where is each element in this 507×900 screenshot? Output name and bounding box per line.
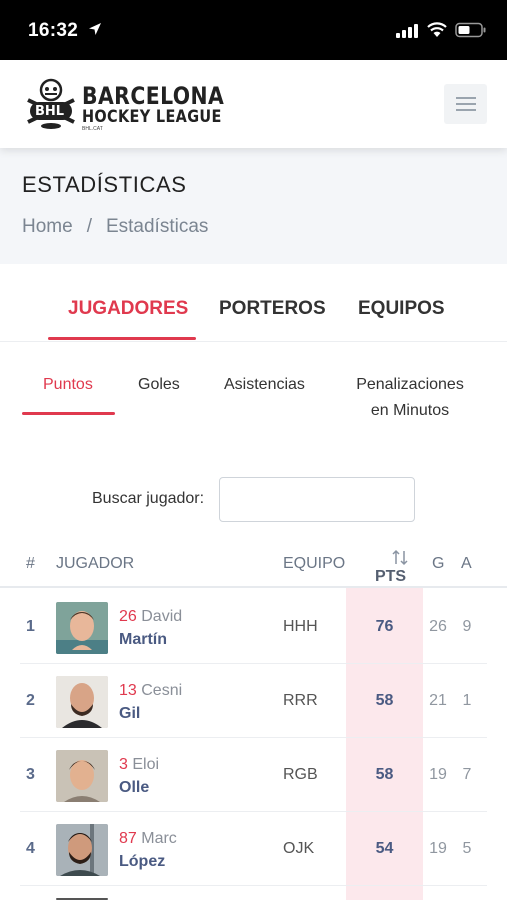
page-title: ESTADÍSTICAS (22, 172, 187, 197)
player-last-name[interactable]: Gil (119, 703, 140, 724)
player-pts: 76 (375, 618, 394, 635)
player-pts: 58 (375, 692, 394, 709)
page-hero: ESTADÍSTICAS Home / Estadísticas (0, 148, 507, 264)
row-rank: 3 (26, 766, 35, 783)
player-first-name: 26 David (119, 606, 182, 627)
player-first-name-text: Eloi (132, 756, 160, 773)
tab-equipos[interactable]: EQUIPOS (358, 298, 445, 320)
sub-tabs: Puntos Goles Asistencias Penalizaciones … (0, 342, 507, 422)
avatar (56, 750, 108, 802)
battery-icon (455, 22, 486, 38)
header-goals[interactable]: G (432, 555, 444, 573)
search-label: Buscar jugador: (92, 490, 205, 507)
subtab-penalizaciones[interactable]: Penalizaciones en Minutos (348, 372, 472, 424)
player-team: HHH (283, 618, 318, 635)
breadcrumb-home-link[interactable]: Home (22, 216, 73, 237)
player-assists: 1 (462, 692, 472, 709)
player-goals: 21 (429, 692, 447, 709)
player-number: 13 (119, 682, 137, 699)
tab-porteros[interactable]: PORTEROS (219, 298, 326, 320)
bhl-logo-emblem[interactable] (22, 74, 80, 132)
player-first-name-text: Marc (141, 830, 177, 847)
avatar (56, 676, 108, 728)
player-assists: 7 (462, 766, 472, 783)
avatar (56, 824, 108, 876)
player-first-name-text: David (141, 608, 183, 625)
player-first-name: 3 Eloi (119, 754, 159, 775)
player-pts: 54 (375, 840, 394, 857)
site-header: BHL BARCELONA HOCKEY LEAGUE BHL.CAT (0, 60, 507, 148)
row-rank: 2 (26, 692, 35, 709)
table-header: # JUGADOR EQUIPO PTS G A (0, 540, 507, 588)
logo-small-text: BHL.CAT (82, 126, 103, 132)
player-number: 87 (119, 830, 137, 847)
subtab-goles[interactable]: Goles (138, 372, 180, 398)
player-number: 26 (119, 608, 137, 625)
subtab-puntos[interactable]: Puntos (43, 372, 93, 398)
status-time: 16:32 (28, 20, 79, 41)
subtab-asistencias[interactable]: Asistencias (224, 372, 305, 398)
search-player-input[interactable] (219, 477, 415, 522)
player-last-name[interactable]: López (119, 851, 165, 872)
subtab-penalizaciones-line1: Penalizaciones (356, 376, 464, 393)
signal-icon (396, 24, 418, 38)
sort-icon[interactable] (390, 548, 410, 568)
logo-badge-text: BHL (35, 104, 65, 119)
active-subtab-indicator (22, 412, 115, 415)
player-goals: 19 (429, 766, 447, 783)
status-bar: 16:32 (0, 0, 507, 60)
wifi-icon (427, 22, 447, 37)
active-tab-indicator (48, 337, 196, 340)
logo-title-line1: BARCELONA (82, 82, 225, 110)
header-pts[interactable]: PTS (352, 568, 429, 586)
player-last-name[interactable]: Martín (119, 629, 167, 650)
header-team[interactable]: EQUIPO (283, 555, 345, 573)
player-team: RRR (283, 692, 318, 709)
table-row[interactable]: 2 13 Cesni Gil RRR 58 21 1 (20, 664, 487, 738)
hamburger-menu-icon (456, 97, 476, 99)
player-team: RGB (283, 766, 318, 783)
table-row[interactable]: 3 3 Eloi Olle RGB 58 19 7 (20, 738, 487, 812)
header-assists[interactable]: A (461, 555, 472, 573)
player-team: OJK (283, 840, 315, 857)
breadcrumb-separator: / (86, 216, 92, 237)
location-arrow-icon (89, 23, 101, 35)
header-rank: # (26, 555, 35, 572)
avatar (56, 602, 108, 654)
table-row[interactable] (20, 886, 487, 900)
player-number: 3 (119, 756, 128, 773)
table-row[interactable]: 4 87 Marc López OJK 54 19 5 (20, 812, 487, 886)
player-first-name: 13 Cesni (119, 680, 182, 701)
player-pts: 58 (375, 766, 394, 783)
hamburger-menu-icon-bar (456, 103, 476, 105)
logo-title-line2: HOCKEY LEAGUE (82, 107, 222, 127)
breadcrumb-current: Estadísticas (105, 216, 209, 237)
subtab-penalizaciones-line2: en Minutos (370, 402, 450, 419)
player-first-name: 87 Marc (119, 828, 177, 849)
row-rank: 4 (26, 840, 35, 857)
header-player[interactable]: JUGADOR (56, 555, 134, 573)
player-goals: 26 (429, 618, 447, 635)
player-assists: 9 (462, 618, 472, 635)
hamburger-menu-icon-bar (456, 109, 476, 111)
tab-jugadores[interactable]: JUGADORES (68, 298, 188, 320)
player-last-name[interactable]: Olle (119, 777, 149, 798)
player-first-name-text: Cesni (141, 682, 183, 699)
menu-button[interactable] (444, 84, 487, 124)
row-rank: 1 (26, 618, 35, 635)
player-assists: 5 (462, 840, 472, 857)
breadcrumb: Home / Estadísticas (22, 216, 208, 238)
player-goals: 19 (429, 840, 447, 857)
main-tabs: JUGADORES PORTEROS EQUIPOS (0, 264, 507, 342)
table-row[interactable]: 1 26 David Martín HHH 76 26 9 (20, 590, 487, 664)
